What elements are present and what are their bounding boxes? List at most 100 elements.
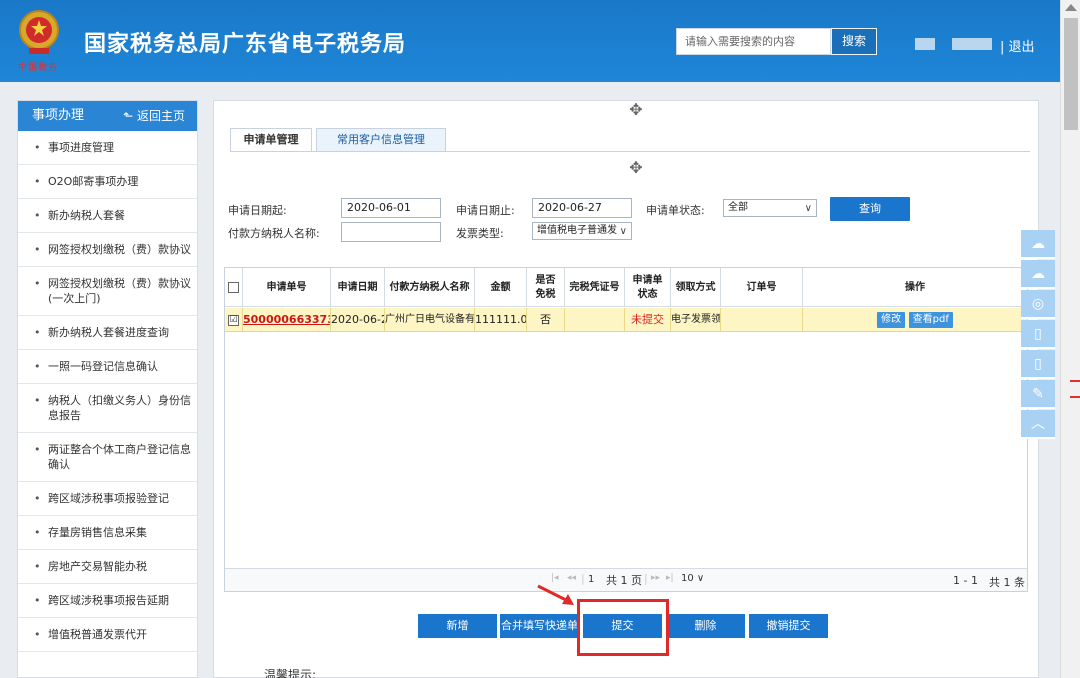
plugin-icon: ✥ — [629, 100, 643, 119]
row-order — [721, 308, 803, 332]
back-arrow-icon: ⬑ — [123, 109, 137, 123]
page-scrollbar[interactable] — [1060, 0, 1080, 678]
revoke-submit-button[interactable]: 撤销提交 — [749, 614, 828, 638]
page-size-select[interactable]: 10 ∨ — [681, 573, 704, 584]
sidebar-item-license-confirm[interactable]: 一照一码登记信息确认 — [18, 350, 197, 384]
scroll-up-icon[interactable] — [1065, 4, 1077, 11]
user-name-masked — [915, 38, 935, 50]
row-date: 2020-06-27 — [331, 308, 385, 332]
date-from-label: 申请日期起: — [228, 204, 287, 217]
col-num: 申请单号 — [243, 268, 331, 307]
last-page-icon[interactable]: ▸| — [666, 573, 674, 583]
pager-divider: | — [581, 572, 585, 585]
tips-heading: 温馨提示: — [264, 668, 317, 678]
record-range: 1 - 1 — [953, 574, 978, 587]
view-pdf-button[interactable]: 查看pdf — [908, 312, 953, 328]
col-method: 领取方式 — [671, 268, 721, 307]
sidebar-item-cross-region-register[interactable]: 跨区域涉税事项报验登记 — [18, 482, 197, 516]
row-exempt: 否 — [527, 308, 565, 332]
col-status: 申请单状态 — [625, 268, 671, 307]
back-to-top-icon[interactable]: ︿ — [1021, 410, 1055, 439]
back-home-label: 返回主页 — [136, 109, 185, 123]
chevron-down-icon: ∨ — [619, 226, 627, 237]
sidebar-item-package-progress[interactable]: 新办纳税人套餐进度查询 — [18, 316, 197, 350]
row-method: 电子发票领 — [671, 308, 721, 332]
chevron-down-icon: ∨ — [804, 203, 812, 214]
col-ops: 操作 — [905, 281, 925, 293]
invoice-type-value: 增值税电子普通发 — [537, 225, 617, 236]
weibo-icon[interactable]: ◎ — [1021, 290, 1055, 319]
tab-divider — [230, 151, 1030, 152]
sidebar-item-cross-region-extend[interactable]: 跨区域涉税事项报告延期 — [18, 584, 197, 618]
sidebar-item-new-taxpayer[interactable]: 新办纳税人套餐 — [18, 199, 197, 233]
total-pages: 共 1 页 — [606, 574, 642, 587]
date-from-field[interactable]: 2020-06-01 — [341, 198, 441, 218]
edit-button[interactable]: 修改 — [877, 312, 906, 328]
application-table: 申请单号 申请日期 付款方纳税人名称 金额 是否免税 完税凭证号 申请单状态 领… — [224, 267, 1028, 592]
order-number-link[interactable]: 500000663373 — [243, 313, 330, 326]
sidebar-item-business-confirm[interactable]: 两证整合个体工商户登记信息确认 — [18, 433, 197, 482]
row-amount: 111111.00 — [475, 308, 527, 332]
emblem-caption: 中国税务 — [18, 63, 59, 73]
status-select-value: 全部 — [728, 202, 748, 213]
payer-name-field[interactable] — [341, 222, 441, 242]
invoice-type-select[interactable]: 增值税电子普通发 ∨ — [532, 222, 632, 240]
invoice-type-label: 发票类型: — [456, 227, 504, 240]
select-all-checkbox[interactable] — [225, 268, 243, 307]
sidebar-item-housing-info[interactable]: 存量房销售信息采集 — [18, 516, 197, 550]
add-button[interactable]: 新增 — [418, 614, 497, 638]
sidebar-item-identity-report[interactable]: 纳税人（扣缴义务人）身份信息报告 — [18, 384, 197, 433]
row-ops: 修改 查看pdf — [803, 308, 1027, 332]
logout-link[interactable]: | 退出 — [1000, 36, 1035, 55]
mobile-app-icon[interactable]: ▯ — [1021, 320, 1055, 349]
pagination-bar: |◂ ◂◂ | 1 共 1 页 | ▸▸ ▸| 10 ∨ 1 - 1 共 1 条 — [225, 568, 1027, 591]
back-home-link[interactable]: ⬑ 返回主页 — [123, 101, 185, 131]
payer-name-label: 付款方纳税人名称: — [228, 227, 320, 240]
search-input[interactable]: 请输入需要搜索的内容 — [676, 28, 831, 55]
edge-marker — [1070, 396, 1080, 398]
next-page-icon[interactable]: ▸▸ — [651, 573, 660, 583]
main-panel: ✥ 申请单管理 常用客户信息管理 ✥ 申请日期起: 2020-06-01 申请日… — [213, 100, 1039, 678]
scroll-thumb[interactable] — [1064, 18, 1078, 130]
date-to-field[interactable]: 2020-06-27 — [532, 198, 632, 218]
sidebar-item-sign-agreement-once[interactable]: 网签授权划缴税（费）款协议(一次上门) — [18, 267, 197, 316]
merge-express-button[interactable]: 合并填写快递单 — [500, 614, 579, 638]
sidebar-item-o2o[interactable]: O2O邮寄事项办理 — [18, 165, 197, 199]
row-cert — [565, 308, 625, 332]
sidebar-title: 事项办理 — [32, 108, 85, 123]
plugin-icon-2: ✥ — [629, 158, 643, 177]
sidebar: 事项办理 ⬑ 返回主页 事项进度管理 O2O邮寄事项办理 新办纳税人套餐 网签授… — [17, 100, 198, 678]
chevron-down-icon: ∨ — [696, 573, 705, 584]
status-select[interactable]: 全部 ∨ — [723, 199, 817, 217]
annotation-highlight-box — [577, 599, 669, 656]
col-order: 订单号 — [721, 268, 803, 307]
annotation-arrow-icon — [537, 584, 574, 605]
table-header: 申请单号 申请日期 付款方纳税人名称 金额 是否免税 完税凭证号 申请单状态 领… — [225, 268, 1027, 307]
tab-customers[interactable]: 常用客户信息管理 — [316, 128, 446, 152]
sidebar-item-sign-agreement[interactable]: 网签授权划缴税（费）款协议 — [18, 233, 197, 267]
col-date: 申请日期 — [331, 268, 385, 307]
user-id-masked — [952, 38, 992, 50]
row-checkbox[interactable]: ☑ — [225, 308, 243, 332]
wechat-moments-icon[interactable]: ☁ — [1021, 260, 1055, 289]
sidebar-item-real-estate[interactable]: 房地产交易智能办税 — [18, 550, 197, 584]
wechat-icon[interactable]: ☁ — [1021, 230, 1055, 259]
table-row[interactable]: ☑ 500000663373 2020-06-27 广州广日电气设备有 1111… — [225, 308, 1027, 332]
search-button[interactable]: 搜索 — [831, 28, 877, 55]
row-num[interactable]: 500000663373 — [243, 308, 331, 332]
query-button[interactable]: 查询 — [830, 197, 910, 221]
sidebar-item-progress[interactable]: 事项进度管理 — [18, 131, 197, 165]
date-to-label: 申请日期止: — [456, 204, 515, 217]
sidebar-item-vat-invoice[interactable]: 增值税普通发票代开 — [18, 618, 197, 652]
feedback-icon[interactable]: ✎ — [1021, 380, 1055, 409]
status-label: 申请单状态: — [646, 204, 705, 217]
site-title: 国家税务总局广东省电子税务局 — [84, 32, 407, 57]
mobile-site-icon[interactable]: ▯ — [1021, 350, 1055, 379]
col-amount: 金额 — [475, 268, 527, 307]
tab-application[interactable]: 申请单管理 — [230, 128, 312, 152]
delete-button[interactable]: 删除 — [666, 614, 745, 638]
row-payer: 广州广日电气设备有 — [385, 308, 475, 332]
record-total: 共 1 条 — [989, 576, 1025, 589]
page-number-input[interactable]: 1 — [588, 574, 594, 585]
edge-marker — [1070, 380, 1080, 382]
